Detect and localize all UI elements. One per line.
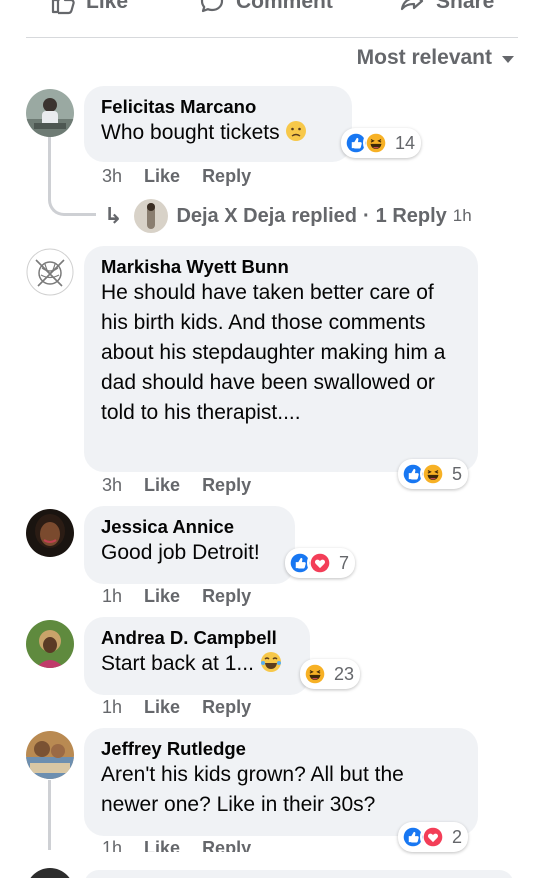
sort-label: Most relevant (356, 46, 492, 69)
replies-count: 1 Reply (375, 204, 447, 227)
comment-actions-clip: 1h Like Reply (96, 838, 396, 852)
comment-reply-button[interactable]: Reply (202, 838, 251, 852)
sort-dropdown[interactable]: Most relevant (357, 46, 514, 70)
comment-text: Start back at 1... (101, 649, 293, 679)
avatar-andrea[interactable] (26, 620, 74, 668)
avatar-photo-icon (26, 509, 74, 557)
thread-line (48, 780, 51, 850)
comment-author[interactable]: Jeffrey Rutledge (101, 738, 461, 760)
love-icon (307, 550, 333, 576)
comment-like-button[interactable]: Like (144, 697, 180, 718)
reaction-summary[interactable]: 14 (341, 128, 422, 158)
comment-bubble-icon (200, 0, 224, 13)
haha-icon (420, 461, 446, 487)
comment-bubble: Jessica Annice Good job Detroit! (84, 506, 295, 584)
comment-text: Aren't his kids grown? All but the newer… (101, 763, 404, 816)
comment-timestamp[interactable]: 3h (102, 475, 122, 496)
comment-bubble: Felicitas Marcano Who bought tickets (84, 86, 352, 162)
comment-bubble: Andrea D. Campbell Start back at 1... (84, 617, 310, 695)
comment-bubble: Markisha Wyett Bunn He should have taken… (84, 246, 478, 472)
next-comment-avatar[interactable] (26, 868, 74, 878)
love-icon (420, 824, 446, 850)
avatar-photo-icon (26, 89, 74, 137)
avatar-photo-icon (26, 248, 74, 296)
avatar-photo-icon (26, 731, 74, 779)
avatar-photo-icon (26, 620, 74, 668)
comment-text: Who bought tickets (101, 118, 335, 148)
comment-reply-button[interactable]: Reply (202, 697, 251, 718)
comment-actions: 1h Like Reply (102, 838, 251, 852)
comment-text-content: Who bought tickets (101, 121, 280, 144)
comment-actions: 3h Like Reply (102, 166, 251, 187)
comment-bubble: Jeffrey Rutledge Aren't his kids grown? … (84, 728, 478, 836)
share-post-button[interactable]: Share (398, 0, 494, 16)
reaction-summary[interactable]: 5 (398, 459, 469, 489)
comment-like-button[interactable]: Like (144, 475, 180, 496)
avatar-deja (134, 199, 169, 233)
comment-reply-button[interactable]: Reply (202, 475, 251, 496)
next-comment-bubble (84, 870, 514, 878)
thumbs-up-outline-icon (51, 0, 75, 15)
avatar-felicitas[interactable] (26, 89, 74, 137)
comment-timestamp[interactable]: 1h (102, 697, 122, 718)
comment-author[interactable]: Jessica Annice (101, 516, 278, 538)
like-label: Like (86, 0, 129, 13)
post-action-bar: Like Comment Share (0, 0, 534, 24)
reply-age: 1h (452, 206, 472, 225)
share-label: Share (436, 0, 495, 13)
comment-author[interactable]: Felicitas Marcano (101, 96, 335, 118)
comment-like-button[interactable]: Like (144, 166, 180, 187)
reply-arrow-icon: ↳ (104, 203, 123, 228)
comment-text: Good job Detroit! (101, 541, 260, 564)
haha-icon (302, 661, 328, 687)
like-post-button[interactable]: Like (48, 0, 128, 16)
caret-down-icon (502, 56, 514, 63)
comment-author[interactable]: Andrea D. Campbell (101, 627, 293, 649)
comment-post-button[interactable]: Comment (198, 0, 333, 16)
reaction-count: 2 (452, 826, 463, 847)
haha-icon (363, 130, 389, 156)
reaction-summary[interactable]: 7 (285, 548, 356, 578)
comment-timestamp[interactable]: 3h (102, 166, 122, 187)
reaction-summary[interactable]: 23 (300, 659, 361, 689)
reaction-count: 7 (339, 552, 350, 573)
comment-timestamp[interactable]: 1h (102, 586, 122, 607)
comment-text: He should have taken better care of his … (101, 281, 446, 424)
avatar-photo-icon (134, 199, 169, 233)
comment-label: Comment (236, 0, 333, 13)
comment-actions: 1h Like Reply (102, 586, 251, 607)
replied-action: replied (291, 204, 357, 227)
avatar-jeffrey[interactable] (26, 731, 74, 779)
comment-timestamp[interactable]: 1h (102, 838, 122, 852)
comment-author[interactable]: Markisha Wyett Bunn (101, 256, 461, 278)
comment-reply-button[interactable]: Reply (202, 166, 251, 187)
comment-like-button[interactable]: Like (144, 586, 180, 607)
comment-like-button[interactable]: Like (144, 838, 180, 852)
reaction-summary[interactable]: 2 (398, 822, 469, 852)
thread-connector (48, 170, 96, 216)
reaction-count: 14 (395, 132, 416, 153)
reaction-count: 23 (334, 663, 355, 684)
comment-reply-button[interactable]: Reply (202, 586, 251, 607)
divider (26, 37, 518, 38)
replied-name: Deja X Deja (176, 204, 286, 227)
avatar-markisha[interactable] (26, 248, 74, 296)
separator-dot: · (362, 204, 370, 227)
reaction-count: 5 (452, 463, 463, 484)
comment-actions: 1h Like Reply (102, 697, 251, 718)
comment-text-content: Start back at 1... (101, 652, 254, 675)
view-replies-link[interactable]: ↳ Deja X Deja replied · 1 Reply 1h (104, 199, 472, 233)
comment-actions: 3h Like Reply (102, 475, 251, 496)
share-arrow-icon (400, 0, 424, 11)
worried-face-icon (286, 121, 307, 141)
tears-of-joy-icon (260, 652, 281, 672)
avatar-jessica[interactable] (26, 509, 74, 557)
